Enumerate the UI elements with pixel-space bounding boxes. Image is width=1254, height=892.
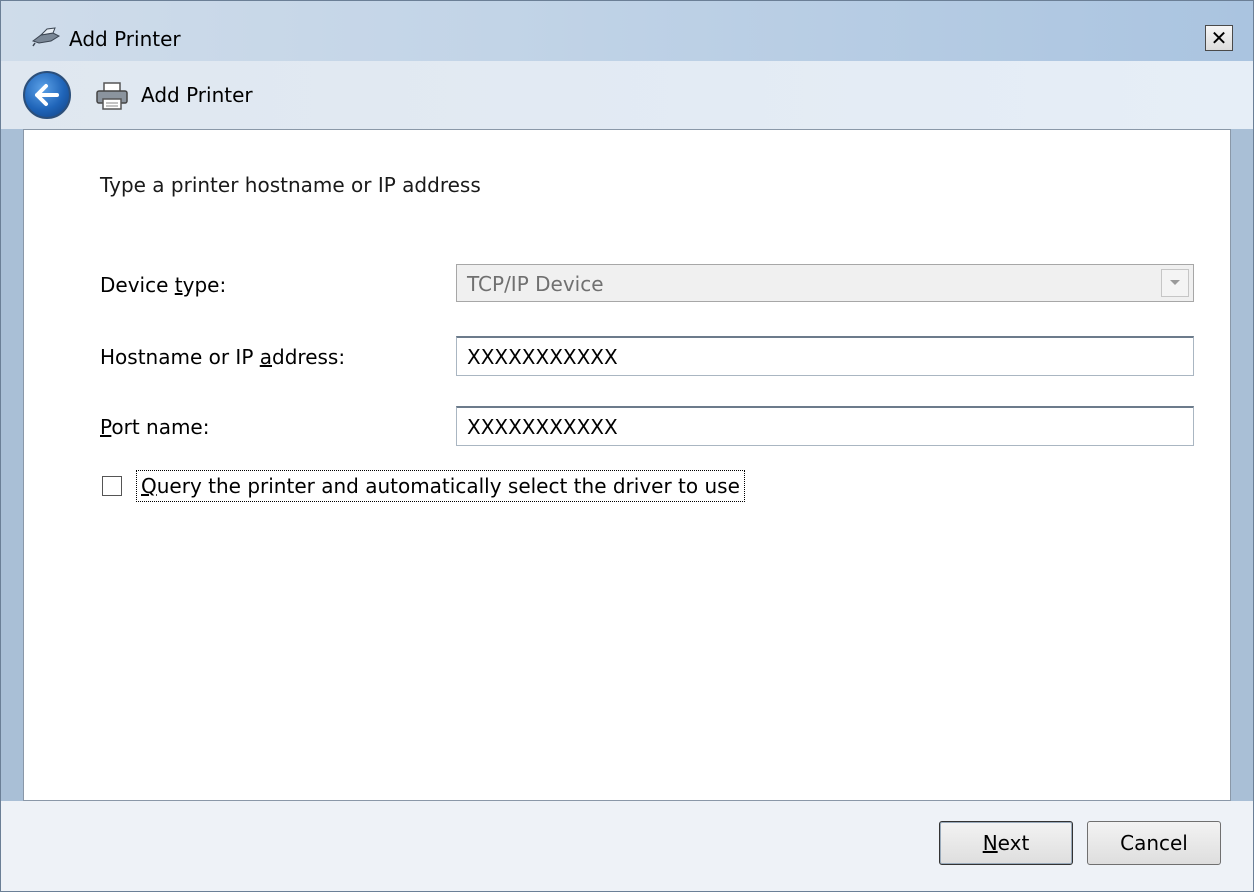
add-printer-window: Add Printer ✕ Add Printer Type a printer… (0, 0, 1254, 892)
device-type-value: TCP/IP Device (467, 272, 604, 296)
wizard-footer: Next Cancel (1, 801, 1253, 891)
instruction-text: Type a printer hostname or IP address (100, 173, 481, 197)
device-type-select[interactable]: TCP/IP Device (456, 264, 1194, 302)
hostname-label: Hostname or IP address: (100, 345, 346, 369)
query-printer-label[interactable]: Query the printer and automatically sele… (136, 470, 745, 502)
close-icon: ✕ (1210, 26, 1228, 50)
back-arrow-icon (35, 84, 59, 106)
wizard-content: Type a printer hostname or IP address De… (23, 129, 1231, 801)
port-name-value: XXXXXXXXXXX (467, 415, 618, 439)
hostname-value: XXXXXXXXXXX (467, 345, 618, 369)
printer-title-icon (31, 27, 61, 47)
port-name-input[interactable]: XXXXXXXXXXX (456, 406, 1194, 446)
dropdown-arrow-icon[interactable] (1161, 269, 1189, 297)
close-button[interactable]: ✕ (1205, 25, 1233, 51)
back-button[interactable] (23, 71, 71, 119)
hostname-input[interactable]: XXXXXXXXXXX (456, 336, 1194, 376)
printer-icon (96, 82, 128, 110)
query-printer-checkbox[interactable] (102, 476, 122, 496)
cancel-button[interactable]: Cancel (1087, 821, 1221, 865)
window-title: Add Printer (69, 27, 181, 51)
wizard-title: Add Printer (141, 83, 253, 107)
port-name-label: Port name: (100, 415, 210, 439)
title-bar[interactable]: Add Printer ✕ (1, 1, 1253, 61)
navigation-bar: Add Printer (1, 61, 1253, 129)
next-button[interactable]: Next (939, 821, 1073, 865)
device-type-label: Device type: (100, 273, 227, 297)
